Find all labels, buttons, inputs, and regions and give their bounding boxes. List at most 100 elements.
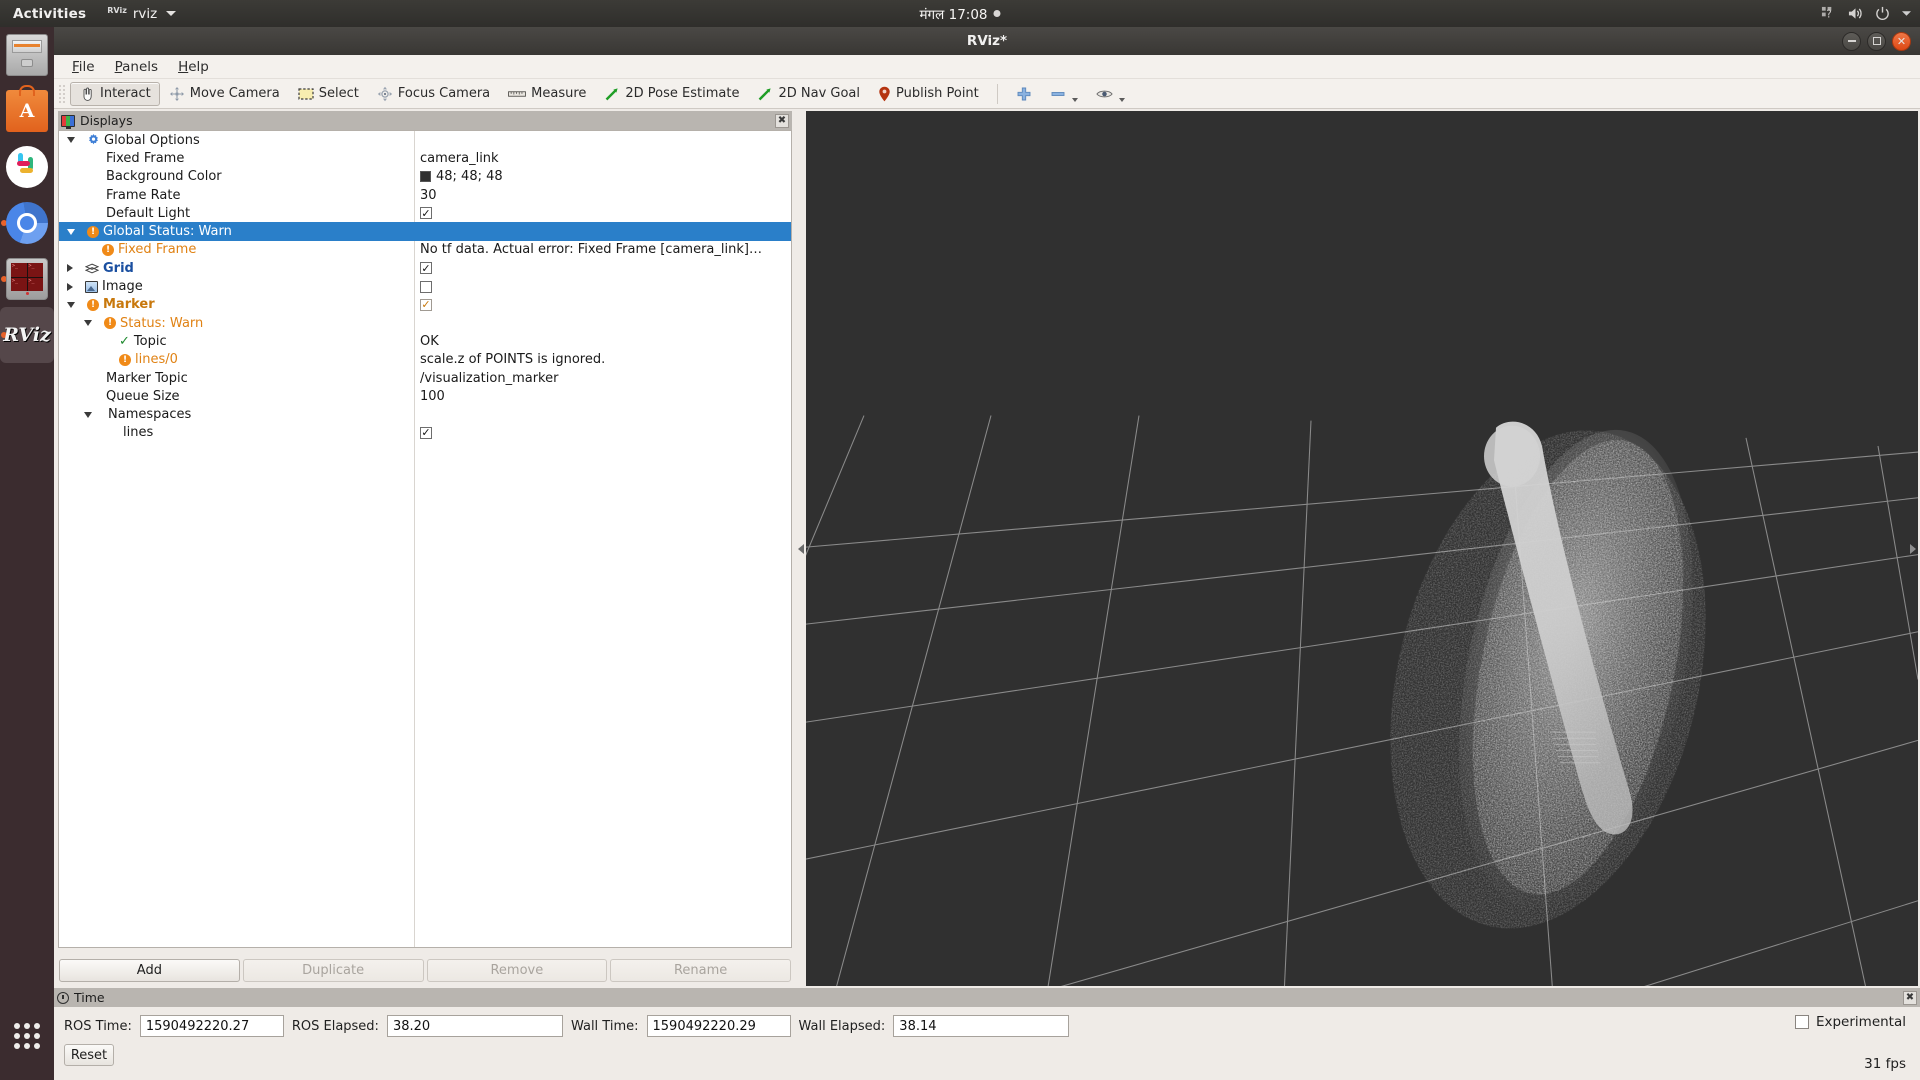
maximize-button[interactable] [1867, 31, 1886, 51]
tree-row[interactable]: Frame Rate 30 [59, 186, 791, 204]
tree-row-name-cell: lines [59, 425, 414, 440]
reset-button[interactable]: Reset [64, 1044, 114, 1066]
tool-measure[interactable]: Measure [499, 82, 595, 105]
rename-display-button[interactable]: Rename [610, 958, 791, 982]
menu-panels[interactable]: Panels [105, 57, 168, 77]
tree-row-value-cell[interactable]: ✓ [420, 207, 787, 220]
tree-row[interactable]: Fixed Frame camera_link [59, 149, 791, 167]
tree-row[interactable]: lines ✓ [59, 424, 791, 442]
expander-collapse-icon[interactable] [67, 228, 75, 235]
tree-row-value-cell[interactable]: /visualization_marker [420, 371, 787, 386]
tree-row-label: lines/0 [135, 352, 178, 368]
experimental-toggle[interactable]: Experimental [1794, 1014, 1906, 1030]
displays-tree[interactable]: Global Options Fixed Frame camera_link Back… [58, 130, 792, 948]
tree-row[interactable]: ! Status: Warn [59, 314, 791, 332]
tool-publish-point[interactable]: Publish Point [869, 82, 988, 106]
expander-expand-icon[interactable] [67, 264, 73, 273]
expander-collapse-icon[interactable] [84, 411, 92, 418]
tree-row-checkbox[interactable]: ✓ [420, 426, 432, 439]
clock-icon [57, 991, 69, 1004]
power-icon[interactable] [1875, 6, 1890, 21]
tree-row-checkbox[interactable]: ✓ [420, 298, 432, 311]
tool-2d-nav-goal[interactable]: 2D Nav Goal [748, 82, 869, 106]
tree-row-value-cell[interactable]: OK [420, 334, 787, 349]
wall-time-field[interactable]: 1590492220.29 [646, 1015, 791, 1037]
tree-row[interactable]: Default Light ✓ [59, 204, 791, 222]
tree-row-label: Frame Rate [106, 187, 181, 203]
tool-2d-pose-estimate[interactable]: 2D Pose Estimate [595, 82, 748, 106]
ros-elapsed-label: ROS Elapsed: [291, 1018, 379, 1034]
dock-item-slack[interactable] [0, 139, 54, 195]
tree-row-name-cell: Frame Rate [59, 188, 414, 203]
tree-row-value-cell[interactable]: 30 [420, 188, 787, 203]
tool-add-panel[interactable] [1007, 82, 1041, 106]
dock-item-rviz[interactable]: RViz [0, 307, 54, 363]
tool-focus-camera[interactable]: Focus Camera [368, 82, 499, 106]
tree-row-name-cell: Global Options [59, 133, 414, 148]
add-display-button[interactable]: Add [59, 958, 240, 982]
tree-row[interactable]: Background Color 48; 48; 48 [59, 168, 791, 186]
experimental-checkbox[interactable] [1794, 1015, 1809, 1029]
duplicate-display-button[interactable]: Duplicate [242, 958, 424, 982]
tree-row-value-cell[interactable]: ✓ [420, 298, 787, 311]
chevron-down-icon[interactable] [1901, 9, 1912, 18]
tree-row[interactable]: ! Marker ✓ [59, 296, 791, 314]
color-swatch[interactable] [420, 171, 431, 183]
show-applications-button[interactable] [0, 1008, 54, 1064]
app-menu-rviz[interactable]: RViz rviz [99, 6, 184, 22]
tree-row-value-cell[interactable]: camera_link [420, 151, 787, 166]
chevron-down-icon [166, 11, 177, 16]
dock-item-software-center[interactable]: A [0, 83, 54, 139]
tree-row[interactable]: ! lines/0 scale.z of POINTS is ignored. [59, 351, 791, 369]
tree-row-value-cell[interactable]: 48; 48; 48 [420, 169, 787, 184]
panel-splitter-left[interactable] [796, 109, 806, 988]
menu-file[interactable]: File [62, 57, 105, 77]
expander-collapse-icon[interactable] [84, 320, 92, 327]
panel-splitter-right[interactable] [1908, 543, 1918, 554]
tree-row[interactable]: Queue Size 100 [59, 387, 791, 405]
tool-remove-panel[interactable] [1041, 82, 1087, 106]
tree-row[interactable]: Namespaces [59, 405, 791, 423]
tree-row-value-cell[interactable]: 100 [420, 389, 787, 404]
tool-select[interactable]: Select [289, 82, 368, 105]
tree-row[interactable]: ✓ Topic OK [59, 332, 791, 350]
wall-elapsed-field[interactable]: 38.14 [893, 1015, 1070, 1037]
close-button[interactable]: ✕ [1892, 31, 1911, 51]
tool-move-camera[interactable]: Move Camera [160, 82, 289, 106]
toolbar-grip-handle[interactable] [58, 83, 67, 104]
time-panel-close-icon[interactable]: ✖ [1903, 990, 1917, 1005]
clock-button[interactable]: मंगल 17:08 [919, 5, 1001, 23]
tree-row[interactable]: Marker Topic/visualization_marker [59, 369, 791, 387]
tree-row-checkbox[interactable]: ✓ [420, 207, 432, 220]
tree-row-value-cell[interactable]: No tf data. Actual error: Fixed Frame [c… [420, 242, 787, 257]
tree-row-value-cell[interactable]: ✓ [420, 262, 787, 275]
expander-collapse-icon[interactable] [67, 137, 75, 144]
dock-item-files[interactable] [0, 27, 54, 83]
accessibility-icon[interactable]: ? [1821, 6, 1836, 21]
dock-item-terminal[interactable]: >_ >_ >_ >_ [0, 251, 54, 307]
menu-help[interactable]: Help [168, 57, 219, 77]
remove-display-button[interactable]: Remove [426, 958, 608, 982]
tree-row-value-cell[interactable]: scale.z of POINTS is ignored. [420, 352, 787, 367]
tool-interact[interactable]: Interact [70, 81, 160, 106]
activities-button[interactable]: Activities [0, 6, 99, 22]
tree-row[interactable]: Image [59, 277, 791, 295]
tree-row-value-cell[interactable] [420, 280, 787, 293]
tree-row-value-cell[interactable]: ✓ [420, 426, 787, 439]
expander-collapse-icon[interactable] [67, 301, 75, 308]
displays-close-icon[interactable]: ✖ [775, 113, 789, 128]
tree-row-checkbox[interactable]: ✓ [420, 262, 432, 275]
dock-item-chromium[interactable] [0, 195, 54, 251]
volume-icon[interactable] [1847, 6, 1864, 21]
tree-row[interactable]: Grid ✓ [59, 259, 791, 277]
tool-visibility[interactable] [1087, 84, 1134, 104]
tree-row[interactable]: ! Global Status: Warn [59, 222, 791, 241]
ros-elapsed-field[interactable]: 38.20 [386, 1015, 563, 1037]
expander-expand-icon[interactable] [67, 282, 73, 291]
render-view-3d[interactable] [806, 111, 1918, 986]
ros-time-field[interactable]: 1590492220.27 [139, 1015, 284, 1037]
tree-row[interactable]: ! Fixed Frame No tf data. Actual error: Fi… [59, 241, 791, 259]
tree-row[interactable]: Global Options [59, 131, 791, 149]
tree-row-checkbox[interactable] [420, 280, 432, 293]
minimize-button[interactable] [1842, 31, 1861, 51]
